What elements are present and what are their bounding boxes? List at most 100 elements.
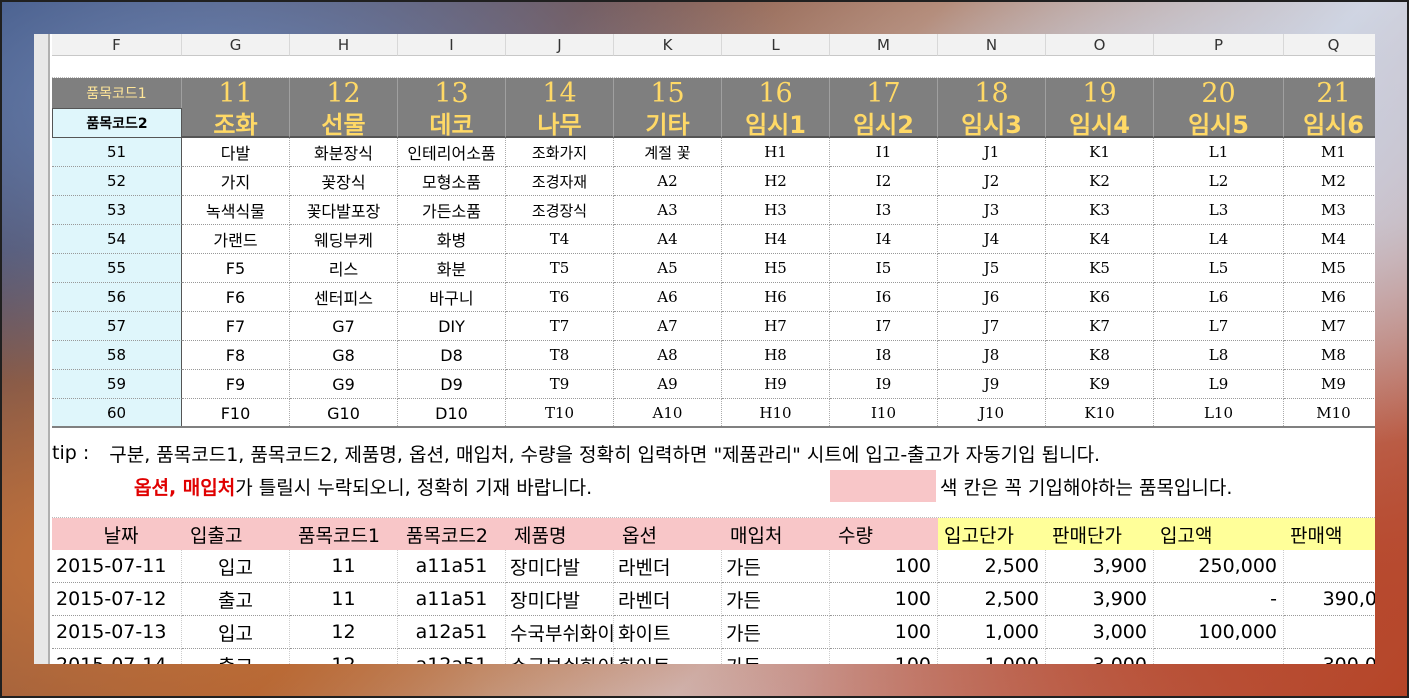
code-table-cell[interactable]: H5 (722, 254, 830, 283)
code-table-cell[interactable]: 모형소품 (398, 167, 506, 196)
code-table-cell[interactable]: K6 (1046, 283, 1154, 312)
code-table-cell[interactable]: L6 (1154, 283, 1284, 312)
code-table-cell[interactable]: J9 (938, 370, 1046, 399)
code-table-cell[interactable]: M4 (1284, 225, 1375, 254)
code-table-cell[interactable]: 계절 꽃 (614, 138, 722, 167)
code-table-cell[interactable]: H8 (722, 341, 830, 370)
code-table-cell[interactable]: J5 (938, 254, 1046, 283)
ledger-cell[interactable]: a12a51 (398, 616, 506, 649)
code-table-cell[interactable]: K9 (1046, 370, 1154, 399)
code-table-cell[interactable]: J1 (938, 138, 1046, 167)
column-header-H[interactable]: H (290, 34, 398, 56)
code-table-cell[interactable]: K10 (1046, 399, 1154, 428)
code-table-cell[interactable]: A3 (614, 196, 722, 225)
code-table-cell[interactable]: M3 (1284, 196, 1375, 225)
code-table-cell[interactable]: A6 (614, 283, 722, 312)
code-table-cell[interactable]: G9 (290, 370, 398, 399)
code-table-cell[interactable]: H7 (722, 312, 830, 341)
code-table-cell[interactable]: F6 (182, 283, 290, 312)
column-header-K[interactable]: K (614, 34, 722, 56)
ledger-cell[interactable] (1284, 550, 1375, 583)
spreadsheet-view[interactable]: FGHIJKLMNOPQ 품목코드1 품목코드2 11 조화 12 선물 13 데코 14 나무 1… (34, 34, 1375, 664)
code-table-cell[interactable]: K4 (1046, 225, 1154, 254)
code-table-cell[interactable]: J4 (938, 225, 1046, 254)
code2-cell[interactable]: 57 (52, 312, 182, 341)
ledger-cell[interactable]: 300,0 (1284, 649, 1375, 664)
code-table-cell[interactable]: J8 (938, 341, 1046, 370)
code-table-cell[interactable]: A2 (614, 167, 722, 196)
ledger-cell[interactable]: 3,000 (1046, 649, 1154, 664)
code-table-cell[interactable]: 조경장식 (506, 196, 614, 225)
code-table-cell[interactable]: L1 (1154, 138, 1284, 167)
code-table-cell[interactable]: L3 (1154, 196, 1284, 225)
code-table-cell[interactable]: M6 (1284, 283, 1375, 312)
code-table-cell[interactable]: 웨딩부케 (290, 225, 398, 254)
column-header-M[interactable]: M (830, 34, 938, 56)
code-table-cell[interactable]: I9 (830, 370, 938, 399)
code2-cell[interactable]: 58 (52, 341, 182, 370)
column-header-J[interactable]: J (506, 34, 614, 56)
code-table-cell[interactable]: M7 (1284, 312, 1375, 341)
ledger-cell[interactable]: 라벤더 (614, 550, 722, 583)
code-table-cell[interactable]: M2 (1284, 167, 1375, 196)
code-table-cell[interactable]: F8 (182, 341, 290, 370)
code-table-cell[interactable]: 화분 (398, 254, 506, 283)
code-table-cell[interactable]: M10 (1284, 399, 1375, 428)
code-table-cell[interactable]: 바구니 (398, 283, 506, 312)
ledger-cell[interactable]: 100 (830, 649, 938, 664)
ledger-cell[interactable]: 수국부쉬화이트 (506, 649, 614, 664)
code-table-cell[interactable]: I3 (830, 196, 938, 225)
ledger-cell[interactable]: 1,000 (938, 616, 1046, 649)
ledger-cell[interactable]: 100 (830, 583, 938, 616)
code-table-cell[interactable]: H9 (722, 370, 830, 399)
code-table-cell[interactable]: I8 (830, 341, 938, 370)
column-header-F[interactable]: F (52, 34, 182, 56)
ledger-cell[interactable]: 장미다발 (506, 583, 614, 616)
ledger-cell[interactable]: 장미다발 (506, 550, 614, 583)
code-table-cell[interactable]: K2 (1046, 167, 1154, 196)
code-table-cell[interactable]: L8 (1154, 341, 1284, 370)
code2-cell[interactable]: 56 (52, 283, 182, 312)
code-table-cell[interactable]: 가지 (182, 167, 290, 196)
ledger-cell[interactable]: 11 (290, 550, 398, 583)
code-table-cell[interactable]: D9 (398, 370, 506, 399)
ledger-cell[interactable]: a12a51 (398, 649, 506, 664)
ledger-cell[interactable]: 100 (830, 616, 938, 649)
code-table-cell[interactable]: H3 (722, 196, 830, 225)
code-table-cell[interactable]: 꽃장식 (290, 167, 398, 196)
code-table-cell[interactable]: A9 (614, 370, 722, 399)
ledger-cell[interactable]: 입고 (182, 550, 290, 583)
code-table-cell[interactable]: M1 (1284, 138, 1375, 167)
column-header-O[interactable]: O (1046, 34, 1154, 56)
code-table-cell[interactable]: DIY (398, 312, 506, 341)
code-table-cell[interactable]: I5 (830, 254, 938, 283)
code-table-cell[interactable]: J2 (938, 167, 1046, 196)
code-table-cell[interactable]: G8 (290, 341, 398, 370)
column-header-I[interactable]: I (398, 34, 506, 56)
column-header-Q[interactable]: Q (1284, 34, 1375, 56)
ledger-cell[interactable]: 11 (290, 583, 398, 616)
code-table-cell[interactable]: A7 (614, 312, 722, 341)
code-table-cell[interactable]: F7 (182, 312, 290, 341)
code-table-cell[interactable]: F10 (182, 399, 290, 428)
ledger-cell[interactable]: 가든 (722, 550, 830, 583)
ledger-cell[interactable]: - (1154, 583, 1284, 616)
code2-cell[interactable]: 59 (52, 370, 182, 399)
code2-cell[interactable]: 54 (52, 225, 182, 254)
code-table-cell[interactable]: D10 (398, 399, 506, 428)
code-table-cell[interactable]: T7 (506, 312, 614, 341)
code-table-cell[interactable]: T5 (506, 254, 614, 283)
code2-cell[interactable]: 51 (52, 138, 182, 167)
code-table-cell[interactable]: J7 (938, 312, 1046, 341)
column-header-N[interactable]: N (938, 34, 1046, 56)
code-table-cell[interactable]: 리스 (290, 254, 398, 283)
code-table-cell[interactable]: T10 (506, 399, 614, 428)
ledger-cell[interactable]: 수국부쉬화이트 (506, 616, 614, 649)
code-table-cell[interactable]: H6 (722, 283, 830, 312)
code-table-cell[interactable]: M5 (1284, 254, 1375, 283)
code-table-cell[interactable]: A10 (614, 399, 722, 428)
code-table-cell[interactable]: K7 (1046, 312, 1154, 341)
code-table-cell[interactable]: T8 (506, 341, 614, 370)
ledger-cell[interactable]: 출고 (182, 583, 290, 616)
code-table-cell[interactable]: 인테리어소품 (398, 138, 506, 167)
